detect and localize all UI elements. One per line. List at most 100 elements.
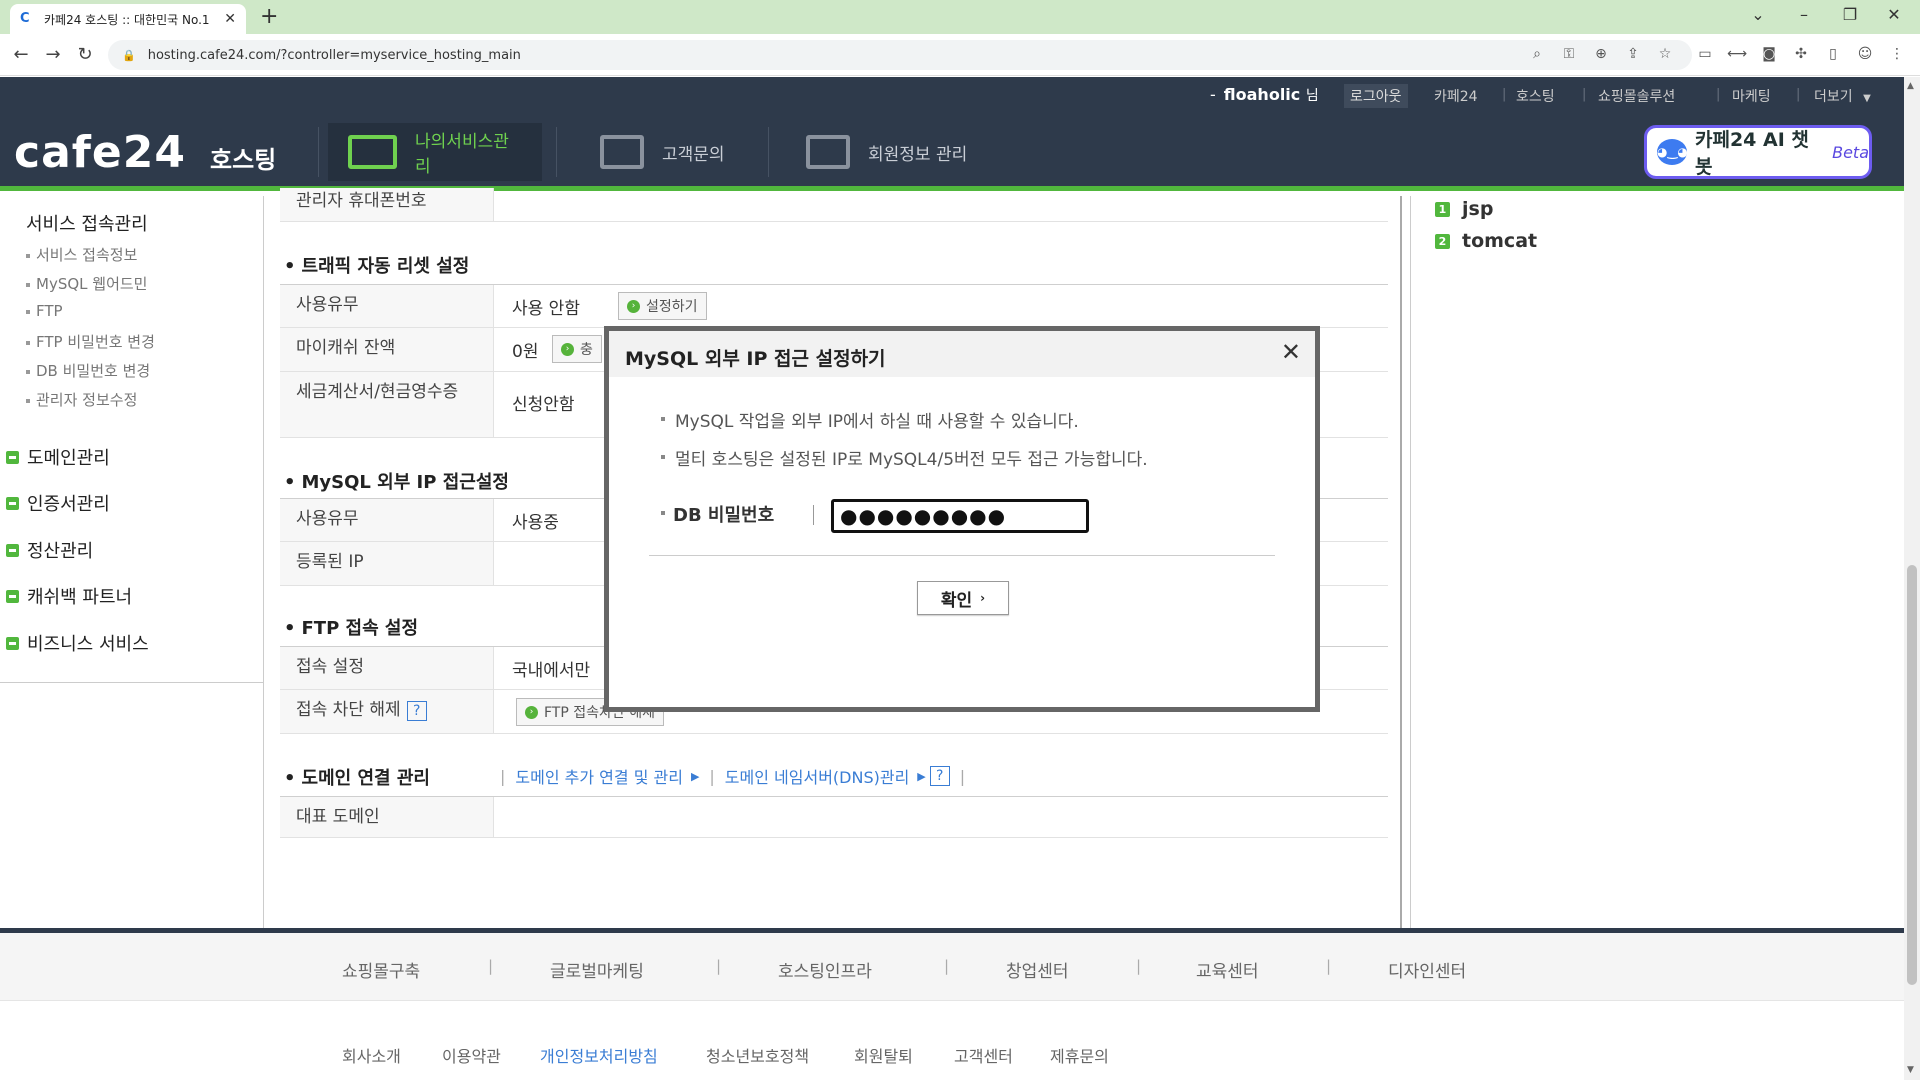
sidebar-menu-business[interactable]: 비즈니스 서비스 xyxy=(6,630,149,656)
footer-link[interactable]: 디자인센터 xyxy=(1388,957,1466,982)
translate-icon[interactable]: ⟷ xyxy=(1726,46,1748,62)
gnb-customer-inquiry[interactable]: 고객문의 xyxy=(580,123,760,181)
row-value: 0원 xyxy=(512,342,539,362)
footer-link[interactable]: 글로벌마케팅 xyxy=(550,957,644,982)
footer-link[interactable]: 회원탈퇴 xyxy=(854,1043,913,1067)
top-link-cafe24[interactable]: 카페24 xyxy=(1434,86,1478,106)
domain-add-link[interactable]: 도메인 추가 연결 및 관리 xyxy=(515,764,683,788)
minimize-icon[interactable]: – xyxy=(1784,0,1824,30)
section-title-mysql: • MySQL 외부 IP 접근설정 xyxy=(284,472,509,493)
footer-link[interactable]: 교육센터 xyxy=(1196,957,1259,982)
top-link-more[interactable]: 더보기 ▼ xyxy=(1814,86,1871,106)
scroll-down-icon[interactable]: ▼ xyxy=(1907,1065,1914,1075)
camera-icon[interactable]: ◙ xyxy=(1758,46,1780,62)
scroll-up-icon[interactable]: ▲ xyxy=(1907,81,1914,91)
new-tab-icon[interactable]: + xyxy=(260,4,278,30)
sidebar-menu-settlement[interactable]: 정산관리 xyxy=(6,537,93,563)
divider: | xyxy=(716,957,722,975)
row-label: 관리자 휴대폰번호 xyxy=(280,188,494,221)
puzzle-extensions-icon[interactable]: ✣ xyxy=(1790,46,1812,62)
profile-icon[interactable]: ☺ xyxy=(1854,46,1876,62)
gnb-member-info[interactable]: 회원정보 관리 xyxy=(786,123,996,181)
item-label: tomcat xyxy=(1462,230,1538,252)
sidebar-menu-cashback[interactable]: 캐쉬백 파트너 xyxy=(6,583,132,609)
list-item[interactable]: 1 jsp xyxy=(1435,198,1493,220)
sidebar-item-ftp-password[interactable]: FTP 비밀번호 변경 xyxy=(26,331,155,352)
table-row: 대표 도메인 xyxy=(280,796,1388,838)
sidebar-section-title: 서비스 접속관리 xyxy=(26,214,148,235)
footer-link[interactable]: 제휴문의 xyxy=(1050,1043,1109,1067)
top-utility-bar: - floaholic 님 로그아웃 카페24 | 호스팅 | 쇼핑몰솔루션 | … xyxy=(0,77,1904,113)
footer-link[interactable]: 고객센터 xyxy=(954,1043,1013,1067)
zoom-icon[interactable]: ⊕ xyxy=(1590,46,1612,62)
confirm-button[interactable]: 확인 › xyxy=(917,581,1009,615)
menu-kebab-icon[interactable]: ⋮ xyxy=(1886,46,1908,62)
footer-link-privacy[interactable]: 개인정보처리방침 xyxy=(540,1043,658,1067)
top-link-shopping[interactable]: 쇼핑몰솔루션 xyxy=(1598,86,1675,106)
sidebar-menu-certificate[interactable]: 인증서관리 xyxy=(6,490,110,516)
traffic-settings-button[interactable]: › 설정하기 xyxy=(618,292,707,320)
sidebar-item-db-password[interactable]: DB 비밀번호 변경 xyxy=(26,360,150,381)
logout-button[interactable]: 로그아웃 xyxy=(1344,84,1408,108)
tab-search-icon[interactable]: ⌄ xyxy=(1738,0,1778,30)
sidebar-item-ftp[interactable]: FTP xyxy=(26,302,63,320)
triangle-right-icon: ▶ xyxy=(690,769,700,783)
tab-close-icon[interactable]: ✕ xyxy=(224,11,236,27)
ai-chatbot-button[interactable]: ◕‿◕ 카페24 AI 챗봇 Beta xyxy=(1644,125,1872,179)
footer-link[interactable]: 청소년보호정책 xyxy=(706,1043,809,1067)
footer-link[interactable]: 창업센터 xyxy=(1006,957,1069,982)
top-link-hosting[interactable]: 호스팅 xyxy=(1516,86,1555,106)
divider: | xyxy=(1326,957,1332,975)
member-icon xyxy=(806,135,850,169)
back-icon[interactable]: ← xyxy=(8,42,34,68)
bookmark-star-icon[interactable]: ☆ xyxy=(1654,46,1676,62)
footer-link[interactable]: 회사소개 xyxy=(342,1043,401,1067)
sidebar-item-service-info[interactable]: 서비스 접속정보 xyxy=(26,244,137,265)
sidebar-menu-label: 캐쉬백 파트너 xyxy=(27,587,133,608)
footer-link[interactable]: 호스팅인프라 xyxy=(778,957,872,982)
browser-toolbar: ← → ↻ 🔒 hosting.cafe24.com/?controller=m… xyxy=(0,34,1920,76)
help-icon[interactable]: ? xyxy=(929,766,950,786)
row-label: 마이캐쉬 잔액 xyxy=(280,328,494,371)
bullet-icon xyxy=(26,253,30,258)
bullet-icon xyxy=(26,309,30,314)
right-panel: 1 jsp 2 tomcat xyxy=(1410,196,1904,928)
sidebar-menu-label: 정산관리 xyxy=(27,541,94,562)
list-item[interactable]: 2 tomcat xyxy=(1435,230,1537,252)
row-label: 접속 차단 해제? xyxy=(280,690,494,733)
close-icon[interactable]: ✕ xyxy=(1281,340,1301,364)
window-close-icon[interactable]: ✕ xyxy=(1874,0,1914,30)
sidebar-menu-domain[interactable]: 도메인관리 xyxy=(6,444,110,470)
page-scrollbar[interactable]: ▲ ▼ xyxy=(1904,77,1920,1080)
gnb-label: 회원정보 관리 xyxy=(868,144,968,165)
address-bar[interactable]: 🔒 hosting.cafe24.com/?controller=myservi… xyxy=(108,40,1692,70)
share-icon[interactable]: ⇪ xyxy=(1622,46,1644,62)
section-title-text: MySQL 외부 IP 접근설정 xyxy=(301,472,509,493)
sidebar-item-admin-info[interactable]: 관리자 정보수정 xyxy=(26,389,137,410)
key-icon[interactable]: ⚿ xyxy=(1558,46,1580,62)
cafe24-logo[interactable]: cafe24 xyxy=(14,127,186,178)
extension-cast-icon[interactable]: ▭ xyxy=(1694,46,1716,62)
help-icon[interactable]: ? xyxy=(406,701,427,721)
mycash-charge-button[interactable]: › 충 xyxy=(552,335,602,363)
gnb-divider xyxy=(556,127,557,177)
gnb-label: 고객문의 xyxy=(662,144,725,165)
db-password-input[interactable] xyxy=(831,499,1089,533)
side-panel-icon[interactable]: ▯ xyxy=(1822,46,1844,62)
search-icon[interactable]: ⌕ xyxy=(1526,46,1548,62)
footer-link[interactable]: 이용약관 xyxy=(442,1043,501,1067)
dns-manage-link[interactable]: 도메인 네임서버(DNS)관리 xyxy=(725,764,910,788)
top-link-marketing[interactable]: 마케팅 xyxy=(1732,86,1771,106)
restore-icon[interactable]: ❐ xyxy=(1830,0,1870,30)
footer-link[interactable]: 쇼핑몰구축 xyxy=(342,957,420,982)
button-label: 설정하기 xyxy=(646,299,698,315)
sidebar-item-mysql-webadmin[interactable]: MySQL 웹어드민 xyxy=(26,273,147,294)
reload-icon[interactable]: ↻ xyxy=(72,42,98,68)
service-gear-icon xyxy=(348,135,398,169)
db-password-label: DB 비밀번호 xyxy=(661,501,774,527)
browser-tab[interactable]: C 카페24 호스팅 :: 대한민국 No.1 ✕ xyxy=(10,4,246,34)
forward-icon[interactable]: → xyxy=(40,42,66,68)
gnb-my-service[interactable]: 나의서비스관리 xyxy=(328,123,542,181)
scrollbar-thumb[interactable] xyxy=(1907,565,1917,985)
divider: | xyxy=(1582,87,1587,102)
